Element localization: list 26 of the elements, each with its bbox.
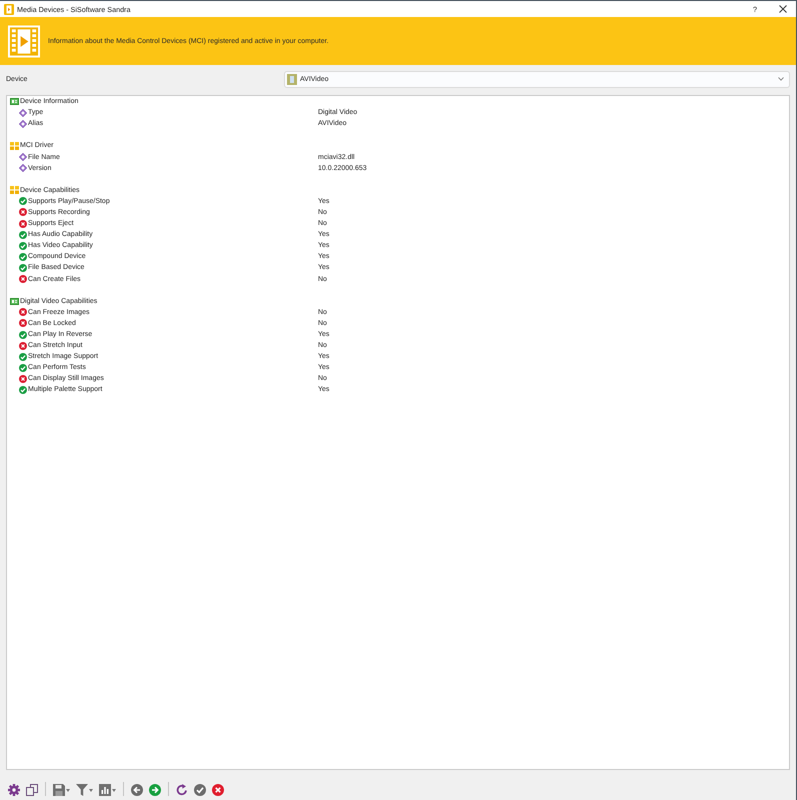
close-icon[interactable] bbox=[779, 5, 787, 13]
save-icon[interactable] bbox=[53, 784, 65, 796]
settings-icon[interactable] bbox=[8, 784, 20, 796]
tiles-icon bbox=[10, 186, 19, 194]
diamond-icon bbox=[19, 164, 27, 172]
diamond-icon bbox=[19, 108, 27, 117]
refresh-icon[interactable] bbox=[176, 784, 188, 796]
chevron-down-icon bbox=[778, 77, 784, 81]
card-icon bbox=[10, 298, 19, 305]
copy-icon[interactable] bbox=[26, 784, 38, 796]
film-icon bbox=[287, 74, 297, 84]
caret-icon[interactable] bbox=[66, 789, 70, 792]
film-icon bbox=[4, 4, 14, 14]
diamond-icon bbox=[19, 153, 27, 162]
caret-icon[interactable] bbox=[112, 789, 116, 792]
cross-icon[interactable] bbox=[212, 784, 224, 796]
caret-icon[interactable] bbox=[89, 789, 93, 792]
arrow-left-icon[interactable] bbox=[131, 784, 143, 796]
arrow-right-icon[interactable] bbox=[149, 784, 161, 796]
film-icon bbox=[8, 24, 40, 58]
check-icon[interactable] bbox=[194, 784, 206, 796]
diamond-icon bbox=[19, 120, 27, 128]
bar-chart-icon[interactable] bbox=[99, 784, 111, 796]
card-icon bbox=[10, 98, 19, 106]
tiles-icon bbox=[10, 142, 19, 150]
filter-icon[interactable] bbox=[76, 784, 88, 796]
